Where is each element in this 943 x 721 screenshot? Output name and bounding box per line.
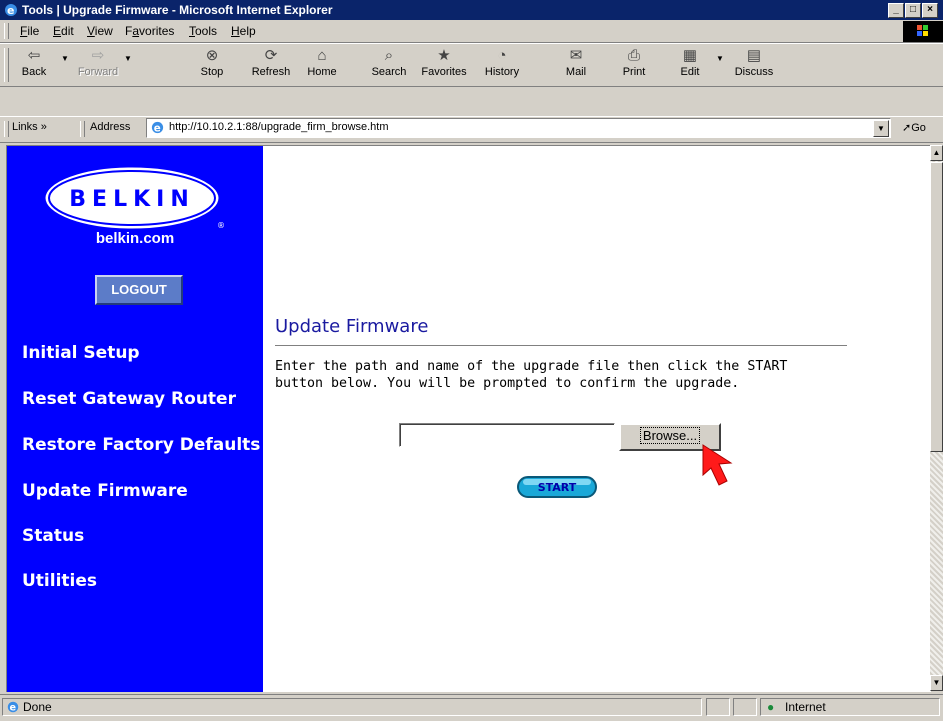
nav-restore-factory-defaults[interactable]: Restore Factory Defaults [22,435,260,455]
discuss-icon: ▤ [746,47,762,64]
forward-arrow-icon: ⇨ [91,47,105,64]
menu-tools[interactable]: Tools [189,24,217,38]
refresh-icon: ⟳ [264,47,278,64]
window-title: Tools | Upgrade Firmware - Microsoft Int… [22,3,333,17]
svg-text:®: ® [217,221,225,230]
nav-status[interactable]: Status [22,526,84,546]
home-button[interactable]: ⌂ Home [300,46,344,78]
address-grip [80,121,85,137]
print-button[interactable]: ⎙ Print [614,46,654,78]
address-label: Address [90,121,131,133]
status-text: Done [23,700,52,714]
menu-edit[interactable]: Edit [53,24,74,38]
page-title: Update Firmware [275,316,429,337]
windows-logo-icon [903,21,943,42]
title-divider [275,345,847,346]
forward-dropdown-icon[interactable]: ▼ [124,54,132,63]
back-arrow-icon: ⇦ [27,47,41,64]
address-url: http://10.10.2.1:88/upgrade_firm_browse.… [169,121,389,133]
nav-reset-gateway-router[interactable]: Reset Gateway Router [22,389,236,409]
status-panel-2 [733,698,757,716]
menu-bar: File Edit View Favorites Tools Help [0,20,943,43]
red-pointer-arrow-icon [702,444,733,486]
word-edit-icon: ▦ [682,47,698,64]
address-input[interactable]: e http://10.10.2.1:88/upgrade_firm_brows… [146,118,891,138]
home-icon: ⌂ [317,47,327,64]
status-panel-1 [706,698,730,716]
stop-icon: ⊗ [205,47,219,64]
history-button[interactable]: ◔ History [478,46,526,78]
go-button[interactable]: ➚Go [902,121,926,134]
search-icon: ⌕ [384,47,394,64]
scroll-thumb[interactable] [930,162,943,452]
close-button[interactable]: × [922,3,938,18]
toolbar-grip [4,48,9,82]
svg-text:e: e [7,4,14,17]
edit-dropdown-icon[interactable]: ▼ [716,54,724,63]
go-arrow-icon: ➚ [902,122,912,134]
page-ie-icon: e [151,121,164,134]
sidebar: BELKIN ® belkin.com LOGOUT Initial Setup… [7,146,263,692]
belkin-site-link[interactable]: belkin.com [7,230,263,247]
links-grip [4,121,9,137]
window-titlebar: e Tools | Upgrade Firmware - Microsoft I… [0,0,943,20]
history-icon: ◔ [497,47,507,64]
globe-icon: ● [767,700,775,714]
standard-toolbar: ⇦ Back ▼ ⇨ Forward ▼ ⊗ Stop ⟳ Refresh ⌂ Home … [0,43,943,87]
favorites-icon: ★ [437,47,451,64]
maximize-button[interactable]: □ [905,3,921,18]
menubar-grip [4,23,9,39]
status-panel-zone: ● Internet [760,698,940,716]
forward-button[interactable]: ⇨ Forward [74,46,122,78]
menu-favorites[interactable]: Favorites [125,24,174,38]
address-dropdown-icon[interactable]: ▼ [873,120,889,137]
status-bar: e Done ● Internet [0,694,943,721]
ie-icon: e [5,4,17,17]
refresh-button[interactable]: ⟳ Refresh [248,46,294,78]
search-button[interactable]: ⌕ Search [366,46,412,78]
nav-utilities[interactable]: Utilities [22,571,97,591]
svg-text:e: e [10,703,17,714]
start-button[interactable]: START [517,475,597,499]
mail-button[interactable]: ✉ Mail [556,46,596,78]
nav-update-firmware[interactable]: Update Firmware [22,481,188,501]
belkin-logo-text: BELKIN [69,187,194,212]
zone-text: Internet [785,700,826,714]
menu-file[interactable]: File [20,24,39,38]
discuss-button[interactable]: ▤ Discuss [728,46,780,78]
mail-icon: ✉ [569,47,583,64]
edit-button[interactable]: ▦ Edit [670,46,710,78]
favorites-button[interactable]: ★ Favorites [416,46,472,78]
page-description: Enter the path and name of the upgrade f… [275,359,788,391]
page-content: BELKIN ® belkin.com LOGOUT Initial Setup… [6,145,931,692]
back-dropdown-icon[interactable]: ▼ [61,54,69,63]
minimize-button[interactable]: _ [888,3,904,18]
logout-button[interactable]: LOGOUT [95,275,183,305]
scroll-up-icon[interactable]: ▲ [930,145,943,161]
stop-button[interactable]: ⊗ Stop [192,46,232,78]
menu-view[interactable]: View [87,24,113,38]
status-panel-main: e Done [2,698,702,716]
print-icon: ⎙ [627,47,640,64]
firmware-file-input[interactable] [399,423,615,447]
back-button[interactable]: ⇦ Back [13,46,55,78]
svg-text:e: e [154,122,161,134]
done-page-icon: e [7,701,19,714]
nav-initial-setup[interactable]: Initial Setup [22,343,140,363]
scroll-down-icon[interactable]: ▼ [930,675,943,691]
menu-help[interactable]: Help [231,24,256,38]
browse-label: Browse... [639,427,701,444]
start-label: START [538,481,577,494]
main-panel: Update Firmware Enter the path and name … [263,146,931,692]
links-button[interactable]: Links » [12,121,47,133]
